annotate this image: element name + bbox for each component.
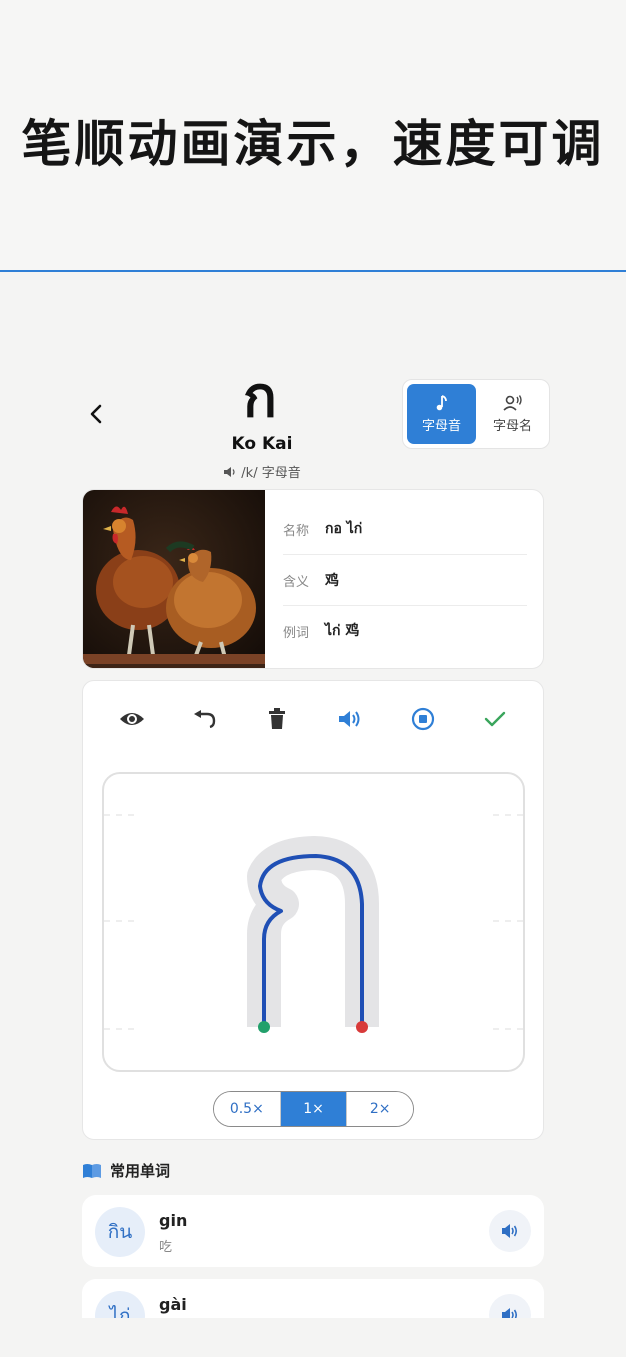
trash-icon	[269, 708, 285, 729]
mode-label: 字母名	[492, 419, 532, 434]
eye-icon	[120, 713, 144, 725]
show-guide-button[interactable]	[114, 701, 150, 737]
speed-option-0.5x[interactable]: 0.5×	[214, 1092, 281, 1126]
mode-letter-name-button[interactable]: 字母名	[478, 384, 547, 444]
play-sound-button[interactable]	[332, 701, 368, 737]
check-icon	[484, 711, 506, 727]
speed-option-2x[interactable]: 2×	[347, 1092, 413, 1126]
info-value: ไก่ 鸡	[325, 623, 360, 639]
info-row-meaning: 含义 鸡	[283, 555, 527, 605]
mode-toggle: 字母音 字母名	[402, 379, 550, 449]
mode-letter-sound-button[interactable]: 字母音	[407, 384, 476, 444]
word-thai: กิน	[95, 1207, 145, 1257]
stop-animation-button[interactable]	[405, 701, 441, 737]
info-value: 鸡	[325, 573, 339, 589]
mode-label: 字母音	[421, 419, 461, 434]
speaker-small-icon	[224, 466, 235, 477]
word-meaning: 吃	[159, 1240, 173, 1255]
common-words-heading: 常用单词	[82, 1160, 170, 1181]
info-value: กอ ไก่	[325, 521, 363, 537]
letter-sound[interactable]: /k/ 字母音	[170, 462, 354, 481]
banner-title: 笔顺动画演示，速度可调	[21, 115, 605, 173]
speed-option-1x[interactable]: 1×	[280, 1092, 348, 1126]
drawing-canvas[interactable]	[102, 772, 525, 1072]
writing-practice-card: 0.5× 1× 2×	[82, 680, 544, 1140]
undo-icon	[194, 710, 216, 728]
info-row-example: 例词 ไก่ 鸡	[283, 606, 527, 656]
stroke-animation	[104, 814, 523, 1033]
info-label: 含义	[283, 574, 310, 590]
banner-divider	[0, 270, 626, 272]
stroke-start-dot	[258, 1021, 270, 1033]
letter-name: Ko Kai	[231, 434, 293, 454]
speed-selector: 0.5× 1× 2×	[213, 1091, 414, 1127]
sound-label: /k/ 字母音	[241, 466, 301, 481]
confirm-button[interactable]	[477, 701, 513, 737]
music-note-icon	[436, 395, 447, 411]
info-label: 名称	[283, 523, 310, 539]
promo-banner: 笔顺动画演示，速度可调	[0, 0, 626, 272]
word-romanization: gin	[159, 1211, 188, 1230]
letter-outline	[247, 836, 379, 1027]
thai-letter: ก	[243, 365, 277, 430]
word-romanization: gài	[159, 1295, 187, 1314]
scroll-fade	[0, 1318, 626, 1357]
back-button[interactable]	[82, 400, 110, 428]
book-icon	[83, 1163, 101, 1178]
word-card[interactable]: กิน gin 吃	[82, 1195, 544, 1267]
undo-button[interactable]	[186, 701, 222, 737]
section-title: 常用单词	[110, 1162, 171, 1180]
word-audio-button[interactable]	[489, 1210, 531, 1252]
info-label: 例词	[283, 625, 310, 641]
letter-info-card: 名称 กอ ไก่ 含义 鸡 例词 ไก่ 鸡	[82, 489, 544, 669]
clear-button[interactable]	[259, 701, 295, 737]
info-row-name: 名称 กอ ไก่	[283, 504, 527, 554]
speaker-icon	[339, 711, 360, 727]
chevron-left-icon	[90, 404, 102, 424]
person-voice-icon	[502, 395, 522, 411]
stroke-end-dot	[356, 1021, 368, 1033]
rooster-and-hen-photo	[83, 490, 265, 668]
speaker-icon	[502, 1224, 518, 1238]
stop-icon	[411, 707, 435, 731]
